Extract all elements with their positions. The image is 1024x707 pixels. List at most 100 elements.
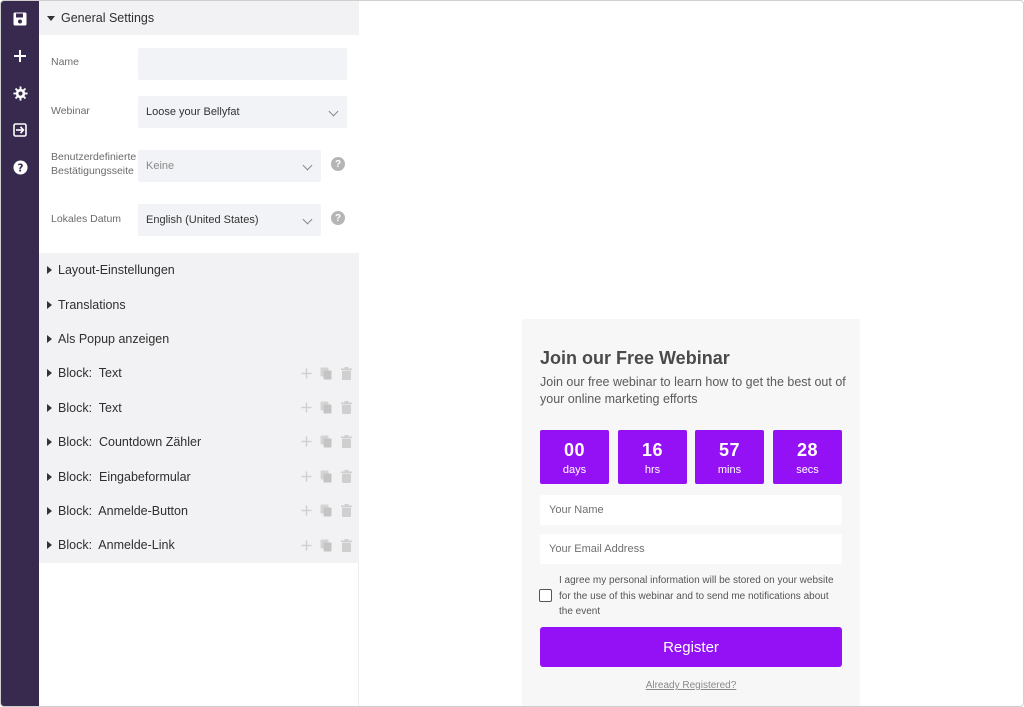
plus-icon[interactable] <box>299 469 313 483</box>
webinar-select-value: Loose your Bellyfat <box>146 106 240 118</box>
embed-button[interactable] <box>1 112 39 148</box>
section-list: Layout-Einstellungen Translations Als Popu… <box>39 253 359 563</box>
webinar-label: Webinar <box>51 105 90 117</box>
save-button[interactable] <box>1 1 39 37</box>
trash-icon[interactable] <box>339 538 353 552</box>
card-title: Join our Free Webinar <box>540 348 730 368</box>
consent-text: I agree my personal information will be … <box>559 575 834 617</box>
copy-icon[interactable] <box>319 469 333 483</box>
plus-icon[interactable] <box>299 435 313 449</box>
caret-right-icon <box>47 438 52 447</box>
countdown-hours: 16 hrs <box>618 430 687 484</box>
confirmation-page-label: Benutzerdefinierte Bestätigungsseite <box>51 151 137 177</box>
section-row[interactable]: Block: Text <box>39 391 359 425</box>
section-row-label: Block: Countdown Zähler <box>58 435 202 450</box>
section-row-label: Block: Anmelde-Button <box>58 503 188 518</box>
block-tools <box>299 469 353 483</box>
save-icon <box>13 12 27 26</box>
add-button[interactable] <box>1 38 39 74</box>
icon-rail: ? <box>1 1 39 706</box>
section-row[interactable]: Block: Anmelde-Button <box>39 494 359 528</box>
countdown-unit: hrs <box>644 464 661 476</box>
plus-icon[interactable] <box>299 401 313 415</box>
copy-icon[interactable] <box>319 538 333 552</box>
caret-right-icon <box>47 472 52 481</box>
plus-icon[interactable] <box>299 538 313 552</box>
section-row[interactable]: Block: Text <box>39 356 359 390</box>
help-icon: ? <box>12 159 28 175</box>
chevron-down-icon <box>328 106 339 117</box>
copy-icon[interactable] <box>319 504 333 518</box>
plus-icon[interactable] <box>299 504 313 518</box>
webinar-registration-card: Join our Free Webinar Join our free webi… <box>522 319 860 706</box>
copy-icon[interactable] <box>319 435 333 449</box>
caret-right-icon <box>47 541 52 550</box>
section-row[interactable]: Layout-Einstellungen <box>39 253 359 287</box>
countdown-seconds: 28 secs <box>773 430 842 484</box>
block-tools <box>299 366 353 380</box>
plus-icon <box>13 49 27 63</box>
locale-select[interactable]: English (United States) <box>138 204 321 236</box>
copy-icon[interactable] <box>319 366 333 380</box>
register-button[interactable]: Register <box>540 627 842 667</box>
name-field[interactable]: Your Name <box>540 495 842 525</box>
countdown-unit: secs <box>796 464 819 476</box>
email-field[interactable]: Your Email Address <box>540 534 842 564</box>
trash-icon[interactable] <box>339 401 353 415</box>
trash-icon[interactable] <box>339 435 353 449</box>
section-row-label: Block: Text <box>58 366 122 381</box>
caret-down-icon <box>47 15 55 21</box>
plus-icon[interactable] <box>299 366 313 380</box>
countdown-value: 28 <box>796 440 819 460</box>
countdown-value: 16 <box>641 440 664 460</box>
block-tools <box>299 435 353 449</box>
trash-icon[interactable] <box>339 366 353 380</box>
locale-label: Lokales Datum <box>51 213 122 225</box>
help-button[interactable]: ? <box>1 149 39 185</box>
countdown-value: 00 <box>563 440 586 460</box>
locale-select-value: English (United States) <box>146 214 259 226</box>
chevron-down-icon <box>302 160 313 171</box>
section-row-label: Layout-Einstellungen <box>58 263 175 278</box>
caret-right-icon <box>47 266 52 275</box>
card-subtitle: Join our free webinar to learn how to ge… <box>540 375 846 406</box>
countdown-minutes: 57 mins <box>695 430 764 484</box>
webinar-select[interactable]: Loose your Bellyfat <box>138 96 347 128</box>
general-settings-header[interactable]: General Settings <box>39 1 359 35</box>
confirmation-page-select[interactable]: Keine <box>138 150 321 182</box>
name-label: Name <box>51 56 80 68</box>
consent-checkbox[interactable] <box>539 589 552 602</box>
confirmation-help-icon[interactable]: ? <box>331 157 345 171</box>
block-tools <box>299 538 353 552</box>
trash-icon[interactable] <box>339 504 353 518</box>
section-row[interactable]: Block: Eingabeformular <box>39 459 359 493</box>
block-tools <box>299 504 353 518</box>
svg-text:?: ? <box>17 162 23 174</box>
copy-icon[interactable] <box>319 401 333 415</box>
section-title: General Settings <box>61 11 155 25</box>
caret-right-icon <box>47 334 52 343</box>
block-tools <box>299 401 353 415</box>
section-row-label: Block: Text <box>58 400 122 415</box>
locale-help-icon[interactable]: ? <box>331 211 345 225</box>
section-row[interactable]: Translations <box>39 287 359 321</box>
app-window: ? General Settings Name Webinar Loose yo… <box>0 0 1024 707</box>
trash-icon[interactable] <box>339 469 353 483</box>
countdown-unit: days <box>562 464 587 476</box>
chevron-down-icon <box>302 214 313 225</box>
already-registered-link[interactable]: Already Registered? <box>522 680 860 691</box>
settings-panel: General Settings Name Webinar Loose your… <box>39 1 359 706</box>
section-row[interactable]: Block: Anmelde-Link <box>39 528 359 562</box>
countdown-days: 00 days <box>540 430 609 484</box>
section-row-label: Block: Eingabeformular <box>58 469 191 484</box>
section-row[interactable]: Als Popup anzeigen <box>39 322 359 356</box>
caret-right-icon <box>47 300 52 309</box>
confirmation-page-value: Keine <box>146 160 175 172</box>
caret-right-icon <box>47 403 52 412</box>
name-input[interactable] <box>138 48 347 80</box>
settings-button[interactable] <box>1 75 39 111</box>
section-row-label: Block: Anmelde-Link <box>58 538 175 553</box>
section-row[interactable]: Block: Countdown Zähler <box>39 425 359 459</box>
countdown-unit: mins <box>717 464 742 476</box>
general-settings-body: Name Webinar Loose your Bellyfat Benutze… <box>39 35 359 253</box>
